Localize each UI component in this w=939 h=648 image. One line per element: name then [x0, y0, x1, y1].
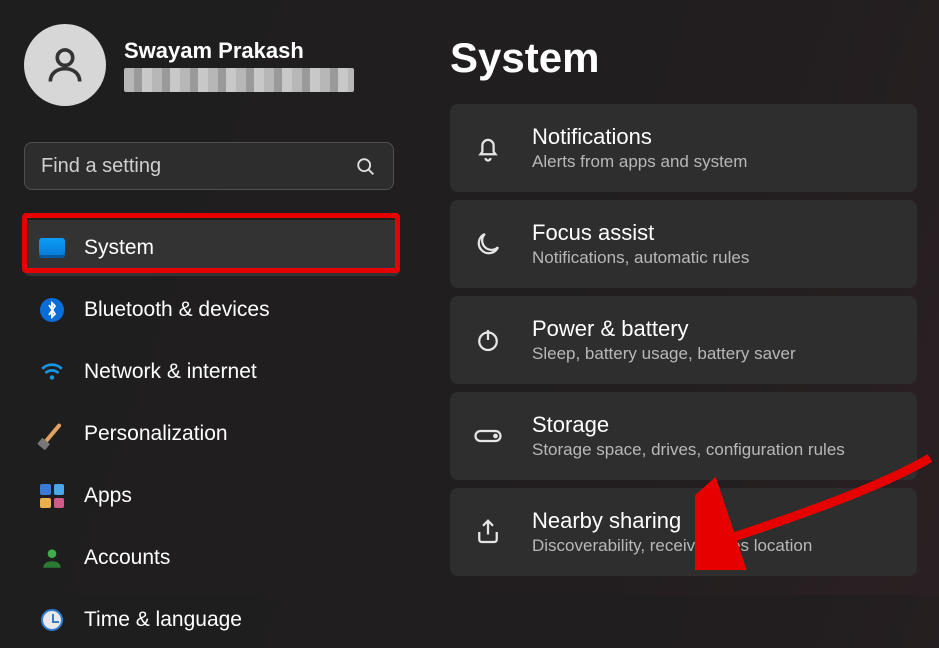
- card-title: Notifications: [532, 124, 747, 150]
- card-title: Focus assist: [532, 220, 749, 246]
- card-nearby-sharing[interactable]: Nearby sharing Discoverability, received…: [450, 488, 917, 576]
- clock-globe-icon: [38, 606, 66, 634]
- sidebar-item-label: Network & internet: [84, 360, 257, 384]
- bluetooth-icon: [38, 296, 66, 324]
- card-subtitle: Sleep, battery usage, battery saver: [532, 344, 796, 364]
- card-focus-assist[interactable]: Focus assist Notifications, automatic ru…: [450, 200, 917, 288]
- card-subtitle: Alerts from apps and system: [532, 152, 747, 172]
- search-icon: [355, 156, 377, 183]
- system-icon: [38, 234, 66, 262]
- card-title: Storage: [532, 412, 845, 438]
- search-input[interactable]: [41, 155, 343, 178]
- page-title: System: [450, 34, 917, 82]
- profile-block[interactable]: Swayam Prakash: [24, 24, 400, 106]
- sidebar-item-label: System: [84, 236, 154, 260]
- card-subtitle: Notifications, automatic rules: [532, 248, 749, 268]
- avatar: [24, 24, 106, 106]
- sidebar-item-label: Bluetooth & devices: [84, 298, 270, 322]
- sidebar-item-network[interactable]: Network & internet: [24, 344, 400, 400]
- power-icon: [470, 325, 506, 355]
- card-subtitle: Storage space, drives, configuration rul…: [532, 440, 845, 460]
- sidebar-item-label: Accounts: [84, 546, 170, 570]
- user-icon: [43, 43, 87, 87]
- moon-icon: [470, 229, 506, 259]
- card-power-battery[interactable]: Power & battery Sleep, battery usage, ba…: [450, 296, 917, 384]
- sidebar-item-time-language[interactable]: Time & language: [24, 592, 400, 648]
- sidebar-item-personalization[interactable]: Personalization: [24, 406, 400, 462]
- sidebar-item-apps[interactable]: Apps: [24, 468, 400, 524]
- person-icon: [38, 544, 66, 572]
- card-storage[interactable]: Storage Storage space, drives, configura…: [450, 392, 917, 480]
- sidebar-item-label: Personalization: [84, 422, 228, 446]
- paintbrush-icon: [38, 420, 66, 448]
- card-notifications[interactable]: Notifications Alerts from apps and syste…: [450, 104, 917, 192]
- search-box[interactable]: [24, 142, 394, 190]
- share-icon: [470, 517, 506, 547]
- sidebar-nav: System Bluetooth & devices Network & int…: [24, 220, 400, 648]
- profile-name: Swayam Prakash: [124, 38, 354, 64]
- card-subtitle: Discoverability, received files location: [532, 536, 812, 556]
- sidebar-item-accounts[interactable]: Accounts: [24, 530, 400, 586]
- apps-icon: [38, 482, 66, 510]
- card-title: Power & battery: [532, 316, 796, 342]
- sidebar-item-bluetooth[interactable]: Bluetooth & devices: [24, 282, 400, 338]
- bell-icon: [470, 133, 506, 163]
- profile-email-redacted: [124, 68, 354, 92]
- drive-icon: [470, 421, 506, 451]
- card-title: Nearby sharing: [532, 508, 812, 534]
- wifi-icon: [38, 358, 66, 386]
- sidebar-item-system[interactable]: System: [24, 220, 400, 276]
- settings-card-list: Notifications Alerts from apps and syste…: [450, 104, 917, 576]
- sidebar: Swayam Prakash System Bluetooth & device…: [0, 0, 420, 595]
- sidebar-item-label: Time & language: [84, 608, 242, 632]
- sidebar-item-label: Apps: [84, 484, 132, 508]
- main-content: System Notifications Alerts from apps an…: [420, 0, 939, 595]
